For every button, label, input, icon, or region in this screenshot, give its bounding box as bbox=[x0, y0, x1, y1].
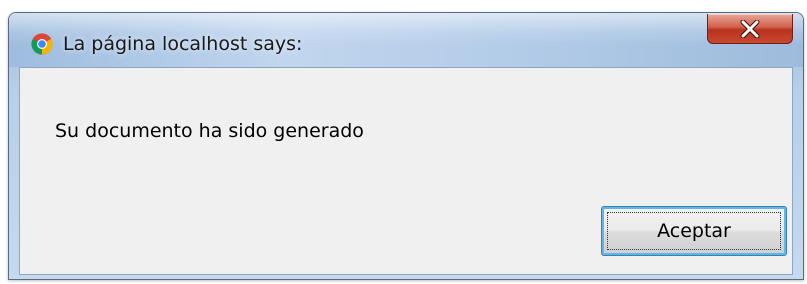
alert-dialog: La página localhost says: Su documento h… bbox=[8, 12, 804, 280]
chrome-icon bbox=[31, 33, 53, 55]
title-bar[interactable]: La página localhost says: bbox=[9, 13, 803, 67]
dialog-content: Su documento ha sido generado Aceptar bbox=[19, 67, 793, 275]
ok-button[interactable]: Aceptar bbox=[601, 206, 787, 256]
dialog-message: Su documento ha sido generado bbox=[55, 120, 364, 142]
window-title: La página localhost says: bbox=[63, 33, 303, 55]
close-button[interactable] bbox=[707, 14, 793, 44]
ok-button-label: Aceptar bbox=[657, 220, 731, 242]
close-icon bbox=[739, 19, 761, 38]
